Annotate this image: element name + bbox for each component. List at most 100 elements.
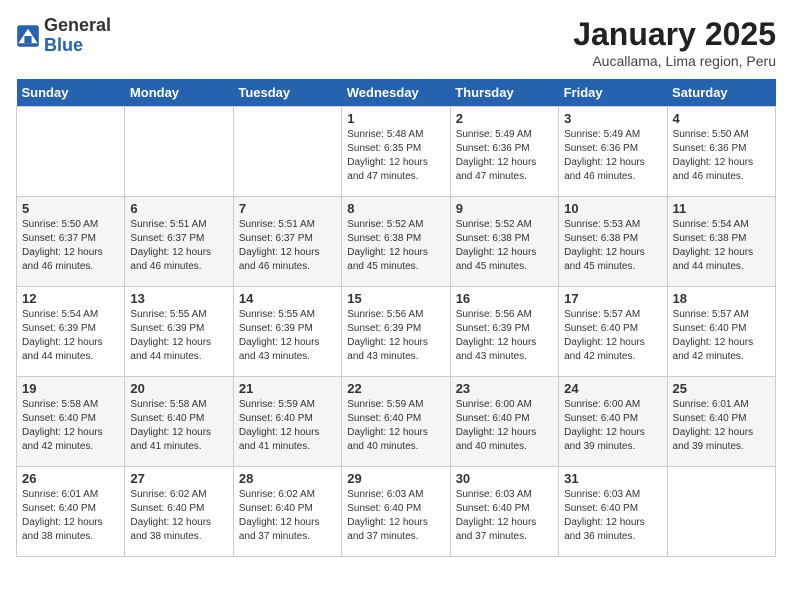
day-number: 30 <box>456 471 553 486</box>
day-number: 23 <box>456 381 553 396</box>
logo-blue: Blue <box>44 35 83 55</box>
calendar-cell <box>667 467 775 557</box>
calendar-cell: 14 Sunrise: 5:55 AM Sunset: 6:39 PM Dayli… <box>233 287 341 377</box>
day-info: Sunrise: 5:54 AM Sunset: 6:38 PM Dayligh… <box>673 218 770 274</box>
calendar-cell: 15 Sunrise: 5:56 AM Sunset: 6:39 PM Dayli… <box>342 287 450 377</box>
day-number: 11 <box>673 201 770 216</box>
calendar-cell: 31 Sunrise: 6:03 AM Sunset: 6:40 PM Dayli… <box>559 467 667 557</box>
weekday-header: Tuesday <box>233 79 341 107</box>
day-number: 31 <box>564 471 661 486</box>
day-number: 19 <box>22 381 119 396</box>
day-number: 15 <box>347 291 444 306</box>
calendar-cell: 2 Sunrise: 5:49 AM Sunset: 6:36 PM Daylig… <box>450 107 558 197</box>
day-info: Sunrise: 5:51 AM Sunset: 6:37 PM Dayligh… <box>130 218 227 274</box>
day-number: 8 <box>347 201 444 216</box>
day-info: Sunrise: 5:53 AM Sunset: 6:38 PM Dayligh… <box>564 218 661 274</box>
calendar-cell: 26 Sunrise: 6:01 AM Sunset: 6:40 PM Dayli… <box>17 467 125 557</box>
day-number: 6 <box>130 201 227 216</box>
day-info: Sunrise: 6:00 AM Sunset: 6:40 PM Dayligh… <box>456 398 553 454</box>
calendar-cell: 24 Sunrise: 6:00 AM Sunset: 6:40 PM Dayli… <box>559 377 667 467</box>
calendar-cell: 10 Sunrise: 5:53 AM Sunset: 6:38 PM Dayli… <box>559 197 667 287</box>
calendar-cell: 12Sunrise: 5:54 AM Sunset: 6:39 PM Dayli… <box>17 287 125 377</box>
day-info: Sunrise: 6:01 AM Sunset: 6:40 PM Dayligh… <box>673 398 770 454</box>
logo: General Blue <box>16 16 111 56</box>
title-block: January 2025 Aucallama, Lima region, Per… <box>573 16 776 69</box>
day-number: 4 <box>673 111 770 126</box>
day-number: 29 <box>347 471 444 486</box>
day-info: Sunrise: 5:49 AM Sunset: 6:36 PM Dayligh… <box>456 128 553 184</box>
calendar-cell: 5Sunrise: 5:50 AM Sunset: 6:37 PM Daylig… <box>17 197 125 287</box>
calendar-cell: 21 Sunrise: 5:59 AM Sunset: 6:40 PM Dayli… <box>233 377 341 467</box>
day-number: 2 <box>456 111 553 126</box>
day-number: 13 <box>130 291 227 306</box>
day-number: 25 <box>673 381 770 396</box>
day-info: Sunrise: 5:49 AM Sunset: 6:36 PM Dayligh… <box>564 128 661 184</box>
calendar-week-row: 5Sunrise: 5:50 AM Sunset: 6:37 PM Daylig… <box>17 197 776 287</box>
calendar-cell: 8 Sunrise: 5:52 AM Sunset: 6:38 PM Daylig… <box>342 197 450 287</box>
calendar-cell: 1Sunrise: 5:48 AM Sunset: 6:35 PM Daylig… <box>342 107 450 197</box>
day-number: 16 <box>456 291 553 306</box>
day-info: Sunrise: 5:55 AM Sunset: 6:39 PM Dayligh… <box>239 308 336 364</box>
day-number: 21 <box>239 381 336 396</box>
day-number: 3 <box>564 111 661 126</box>
weekday-header: Thursday <box>450 79 558 107</box>
day-info: Sunrise: 5:52 AM Sunset: 6:38 PM Dayligh… <box>347 218 444 274</box>
weekday-header: Saturday <box>667 79 775 107</box>
day-number: 24 <box>564 381 661 396</box>
day-info: Sunrise: 5:54 AM Sunset: 6:39 PM Dayligh… <box>22 308 119 364</box>
calendar-week-row: 19 Sunrise: 5:58 AM Sunset: 6:40 PM Dayli… <box>17 377 776 467</box>
page-header: General Blue January 2025 Aucallama, Lim… <box>16 16 776 69</box>
day-number: 27 <box>130 471 227 486</box>
weekday-header: Monday <box>125 79 233 107</box>
day-info: Sunrise: 6:03 AM Sunset: 6:40 PM Dayligh… <box>564 488 661 544</box>
calendar-cell <box>125 107 233 197</box>
calendar-cell: 19 Sunrise: 5:58 AM Sunset: 6:40 PM Dayli… <box>17 377 125 467</box>
day-info: Sunrise: 5:57 AM Sunset: 6:40 PM Dayligh… <box>564 308 661 364</box>
day-info: Sunrise: 6:00 AM Sunset: 6:40 PM Dayligh… <box>564 398 661 454</box>
calendar-title: January 2025 <box>573 16 776 53</box>
day-number: 5 <box>22 201 119 216</box>
calendar-cell: 3 Sunrise: 5:49 AM Sunset: 6:36 PM Daylig… <box>559 107 667 197</box>
calendar-cell: 17 Sunrise: 5:57 AM Sunset: 6:40 PM Dayli… <box>559 287 667 377</box>
day-number: 14 <box>239 291 336 306</box>
day-info: Sunrise: 5:59 AM Sunset: 6:40 PM Dayligh… <box>239 398 336 454</box>
day-info: Sunrise: 6:01 AM Sunset: 6:40 PM Dayligh… <box>22 488 119 544</box>
weekday-header-row: SundayMondayTuesdayWednesdayThursdayFrid… <box>17 79 776 107</box>
day-info: Sunrise: 6:03 AM Sunset: 6:40 PM Dayligh… <box>347 488 444 544</box>
calendar-week-row: 1Sunrise: 5:48 AM Sunset: 6:35 PM Daylig… <box>17 107 776 197</box>
day-number: 26 <box>22 471 119 486</box>
calendar-cell: 28Sunrise: 6:02 AM Sunset: 6:40 PM Dayli… <box>233 467 341 557</box>
logo-general: General <box>44 15 111 35</box>
calendar-cell: 9Sunrise: 5:52 AM Sunset: 6:38 PM Daylig… <box>450 197 558 287</box>
calendar-week-row: 12Sunrise: 5:54 AM Sunset: 6:39 PM Dayli… <box>17 287 776 377</box>
day-info: Sunrise: 5:58 AM Sunset: 6:40 PM Dayligh… <box>22 398 119 454</box>
day-number: 22 <box>347 381 444 396</box>
day-info: Sunrise: 5:56 AM Sunset: 6:39 PM Dayligh… <box>347 308 444 364</box>
calendar-cell <box>233 107 341 197</box>
calendar-cell: 27 Sunrise: 6:02 AM Sunset: 6:40 PM Dayli… <box>125 467 233 557</box>
calendar-cell: 6 Sunrise: 5:51 AM Sunset: 6:37 PM Daylig… <box>125 197 233 287</box>
day-number: 7 <box>239 201 336 216</box>
day-info: Sunrise: 6:02 AM Sunset: 6:40 PM Dayligh… <box>130 488 227 544</box>
calendar-cell: 13 Sunrise: 5:55 AM Sunset: 6:39 PM Dayli… <box>125 287 233 377</box>
day-number: 9 <box>456 201 553 216</box>
day-info: Sunrise: 5:51 AM Sunset: 6:37 PM Dayligh… <box>239 218 336 274</box>
day-info: Sunrise: 5:56 AM Sunset: 6:39 PM Dayligh… <box>456 308 553 364</box>
calendar-cell: 29 Sunrise: 6:03 AM Sunset: 6:40 PM Dayli… <box>342 467 450 557</box>
day-number: 17 <box>564 291 661 306</box>
weekday-header: Sunday <box>17 79 125 107</box>
day-info: Sunrise: 5:57 AM Sunset: 6:40 PM Dayligh… <box>673 308 770 364</box>
calendar-week-row: 26 Sunrise: 6:01 AM Sunset: 6:40 PM Dayli… <box>17 467 776 557</box>
calendar-cell: 20Sunrise: 5:58 AM Sunset: 6:40 PM Dayli… <box>125 377 233 467</box>
day-number: 18 <box>673 291 770 306</box>
day-number: 10 <box>564 201 661 216</box>
calendar-cell: 30Sunrise: 6:03 AM Sunset: 6:40 PM Dayli… <box>450 467 558 557</box>
day-info: Sunrise: 5:50 AM Sunset: 6:36 PM Dayligh… <box>673 128 770 184</box>
day-info: Sunrise: 5:48 AM Sunset: 6:35 PM Dayligh… <box>347 128 444 184</box>
calendar-cell: 22Sunrise: 5:59 AM Sunset: 6:40 PM Dayli… <box>342 377 450 467</box>
calendar-cell <box>17 107 125 197</box>
day-number: 20 <box>130 381 227 396</box>
day-info: Sunrise: 5:55 AM Sunset: 6:39 PM Dayligh… <box>130 308 227 364</box>
calendar-cell: 23 Sunrise: 6:00 AM Sunset: 6:40 PM Dayli… <box>450 377 558 467</box>
calendar-cell: 4 Sunrise: 5:50 AM Sunset: 6:36 PM Daylig… <box>667 107 775 197</box>
